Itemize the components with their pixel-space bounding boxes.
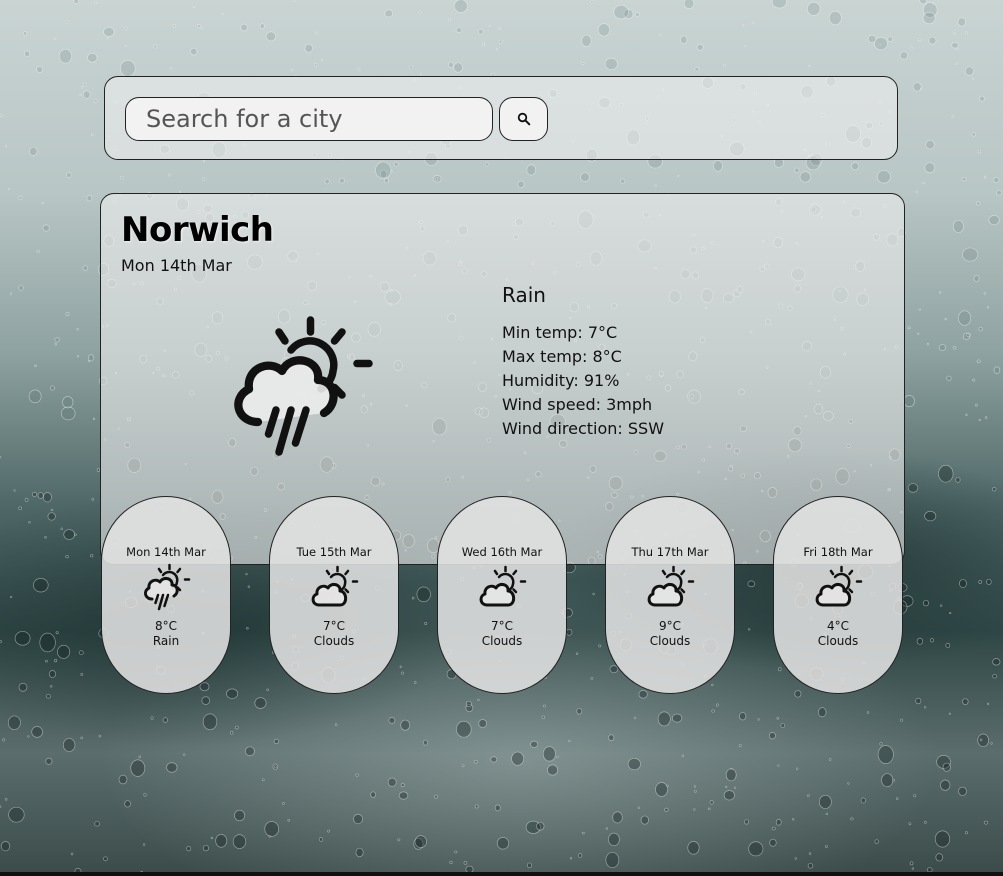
forecast-card: Wed 16th Mar 7°C Clouds <box>437 496 567 694</box>
humidity: Humidity: 91% <box>502 371 620 390</box>
forecast-card: Fri 18th Mar 4°C Clouds <box>773 496 903 694</box>
wind-direction: Wind direction: SSW <box>502 419 665 438</box>
forecast-description: Clouds <box>481 634 523 648</box>
forecast-description: Clouds <box>817 634 859 648</box>
city-name: Norwich <box>121 210 274 250</box>
forecast-card: Mon 14th Mar 8°C Rain <box>101 496 231 694</box>
current-date: Mon 14th Mar <box>121 256 232 275</box>
forecast-date: Wed 16th Mar <box>461 545 543 559</box>
bottom-edge <box>0 872 1003 876</box>
forecast-temp: 4°C <box>826 619 849 633</box>
cloud-sun-icon <box>311 565 359 607</box>
forecast-temp: 9°C <box>658 619 681 633</box>
forecast-description: Clouds <box>649 634 691 648</box>
wind-speed: Wind speed: 3mph <box>502 395 653 414</box>
forecast-date: Mon 14th Mar <box>126 545 206 559</box>
weather-details: Min temp: 7°C Max temp: 8°C Humidity: 91… <box>502 321 664 441</box>
forecast-temp: 7°C <box>322 619 345 633</box>
max-temp: Max temp: 8°C <box>502 347 622 366</box>
forecast-card: Thu 17th Mar 9°C Clouds <box>605 496 735 694</box>
forecast-description: Rain <box>152 634 180 648</box>
search-input[interactable] <box>125 97 493 141</box>
forecast-temp: 7°C <box>490 619 513 633</box>
cloud-sun-icon <box>479 565 527 607</box>
forecast-date: Fri 18th Mar <box>803 545 873 559</box>
forecast-date: Thu 17th Mar <box>631 545 709 559</box>
forecast-description: Clouds <box>313 634 355 648</box>
min-temp: Min temp: 7°C <box>502 323 618 342</box>
forecast-date: Tue 15th Mar <box>296 545 372 559</box>
search-icon <box>517 112 530 126</box>
forecast-temp: 8°C <box>154 619 177 633</box>
cloud-sun-icon <box>815 565 863 607</box>
search-button[interactable] <box>499 97 548 141</box>
search-panel <box>104 76 898 160</box>
rain-sun-icon <box>234 316 373 456</box>
rain-sun-icon <box>143 563 191 611</box>
weather-condition: Rain <box>502 283 546 307</box>
forecast-card: Tue 15th Mar 7°C Clouds <box>269 496 399 694</box>
cloud-sun-icon <box>647 565 695 607</box>
